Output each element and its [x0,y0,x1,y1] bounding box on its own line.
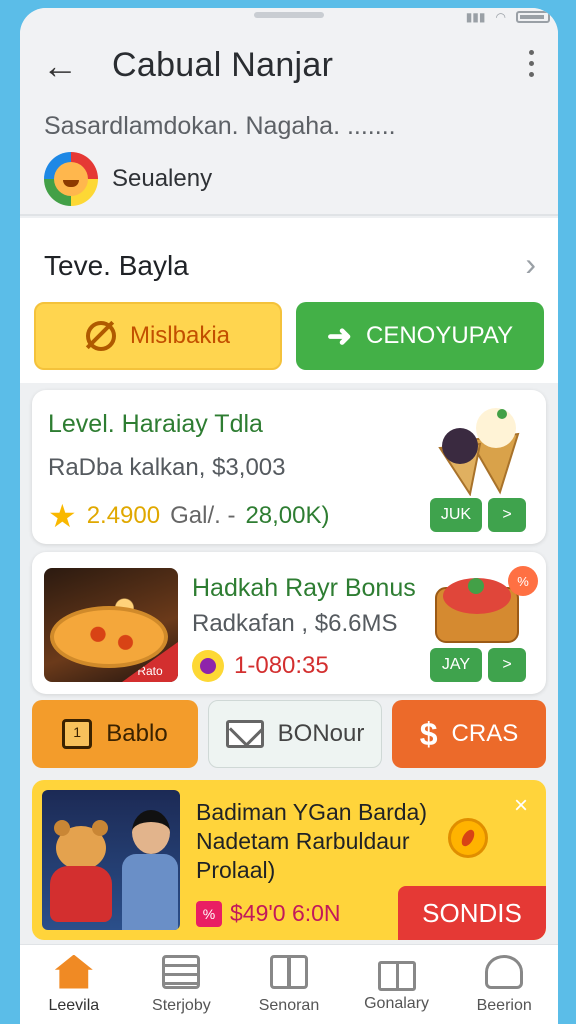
bonus-card-subtitle: Radkafan , $6.6MS [192,610,398,637]
nav-item-senoran[interactable]: Senoran [235,945,343,1024]
back-arrow-icon[interactable]: ← [42,46,78,86]
nav-item-sterjoby[interactable]: Sterjoby [128,945,236,1024]
box-icon [269,954,308,989]
section-title: Teve. Bayla [44,250,189,281]
chevron-right-icon[interactable]: › [525,246,536,283]
battery-icon [516,11,550,23]
stats-label: Gal/. - [170,502,236,529]
nav-item-gonalary[interactable]: Gonalary [343,945,451,1024]
promo-banner[interactable]: Badiman YGan Barda) Nadetam Rarbuldaur P… [32,780,546,940]
cenoyupay-button[interactable]: ➜ CENOYUPAY [296,302,544,370]
mislbakia-button[interactable]: Mislbakia [34,302,282,370]
page-subtitle: Sasardlamdokan. Nagaha. ....... [44,112,396,140]
nav-label: Beerion [476,996,532,1014]
gift-icon [377,960,416,991]
brand-row[interactable]: Seualeny [44,152,212,206]
bonus-card-title: Hadkah Rayr Bonus [192,574,416,602]
next-button[interactable]: > [488,498,526,532]
app-header: ▮▮▮ ◠ ← Cabual Nanjar Sasardlamdokan. Na… [20,8,558,216]
sondis-button[interactable]: SONDIS [398,886,546,940]
nav-label: Senoran [258,996,320,1014]
bonour-button[interactable]: BONour [208,700,382,768]
notch [254,12,324,18]
juk-button[interactable]: JUK [430,498,482,532]
level-card-actions: JUK > [430,498,526,532]
nav-item-leevila[interactable]: Leevila [20,945,128,1024]
mail-icon [225,720,264,748]
page-title: Cabual Nanjar [112,46,334,84]
promo-text: Badiman YGan Barda) Nadetam Rarbuldaur P… [196,799,427,883]
forward-arrow-icon: ➜ [326,319,352,353]
promo-image [42,790,180,930]
mislbakia-label: Mislbakia [129,322,231,349]
bablo-button[interactable]: Bablo [32,700,198,768]
bag-icon [485,954,524,989]
next-button[interactable]: > [488,648,526,682]
promo-price: % $49'0 6:0N [196,900,341,927]
bonus-card-timer: 1-080:35 [192,650,329,682]
nav-label: Sterjoby [152,996,211,1014]
pizza-image: Rato [44,568,178,682]
section-panel: Teve. Bayla › Mislbakia ➜ CENOYUPAY [20,218,558,383]
level-card-stats: ★ 2.4900 Gal/. - 28,00K) [48,500,330,532]
bonour-label: BONour [277,720,365,747]
rating-value: 2.4900 [86,502,161,529]
ice-cream-image [438,408,520,496]
bonus-card-actions: JAY > [430,648,526,682]
teddy-bear-figure [50,820,112,922]
bonus-card[interactable]: Rato Hadkah Rayr Bonus Radkafan , $6.6MS… [32,552,546,694]
action-buttons-row: Bablo BONour $ CRAS [32,700,546,768]
level-card-subtitle: RaDba kalkan, $3,003 [48,454,286,481]
star-icon: ★ [48,498,77,534]
ban-icon [85,321,116,351]
discount-badge: % [508,566,538,596]
percent-icon: % [196,900,222,927]
app-screen: ▮▮▮ ◠ ← Cabual Nanjar Sasardlamdokan. Na… [20,8,558,1024]
nav-label: Leevila [48,996,100,1014]
stats-value: 28,00K) [245,502,330,529]
wifi-icon: ◠ [495,10,506,24]
promo-price-value: $49'0 6:0N [230,900,341,926]
signal-icon: ▮▮▮ [465,10,486,24]
nav-label: Gonalary [364,994,430,1012]
close-icon[interactable]: × [514,792,528,820]
brand-name: Seualeny [112,165,213,192]
timer-value: 1-080:35 [234,652,329,679]
list-icon [162,954,201,989]
cenoyupay-label: CENOYUPAY [366,322,514,349]
person-figure [122,810,178,930]
dollar-icon: $ [419,715,438,752]
calendar-icon [62,719,93,749]
level-card-title: Level. Haraiay Tdla [48,410,263,438]
cras-label: CRAS [451,720,519,747]
more-menu-icon[interactable] [529,50,534,77]
home-icon [54,954,93,989]
level-card[interactable]: Level. Haraiay Tdla RaDba kalkan, $3,003… [32,390,546,544]
bablo-label: Bablo [106,720,168,747]
cras-button[interactable]: $ CRAS [392,700,546,768]
brand-logo-icon [44,152,98,206]
nav-item-beerion[interactable]: Beerion [450,945,558,1024]
status-bar: ▮▮▮ ◠ [466,10,550,24]
timer-icon [192,650,224,682]
fruit-icon [448,818,488,858]
jay-button[interactable]: JAY [430,648,482,682]
bottom-nav: Leevila Sterjoby Senoran Gonalary Beerio… [20,944,558,1024]
